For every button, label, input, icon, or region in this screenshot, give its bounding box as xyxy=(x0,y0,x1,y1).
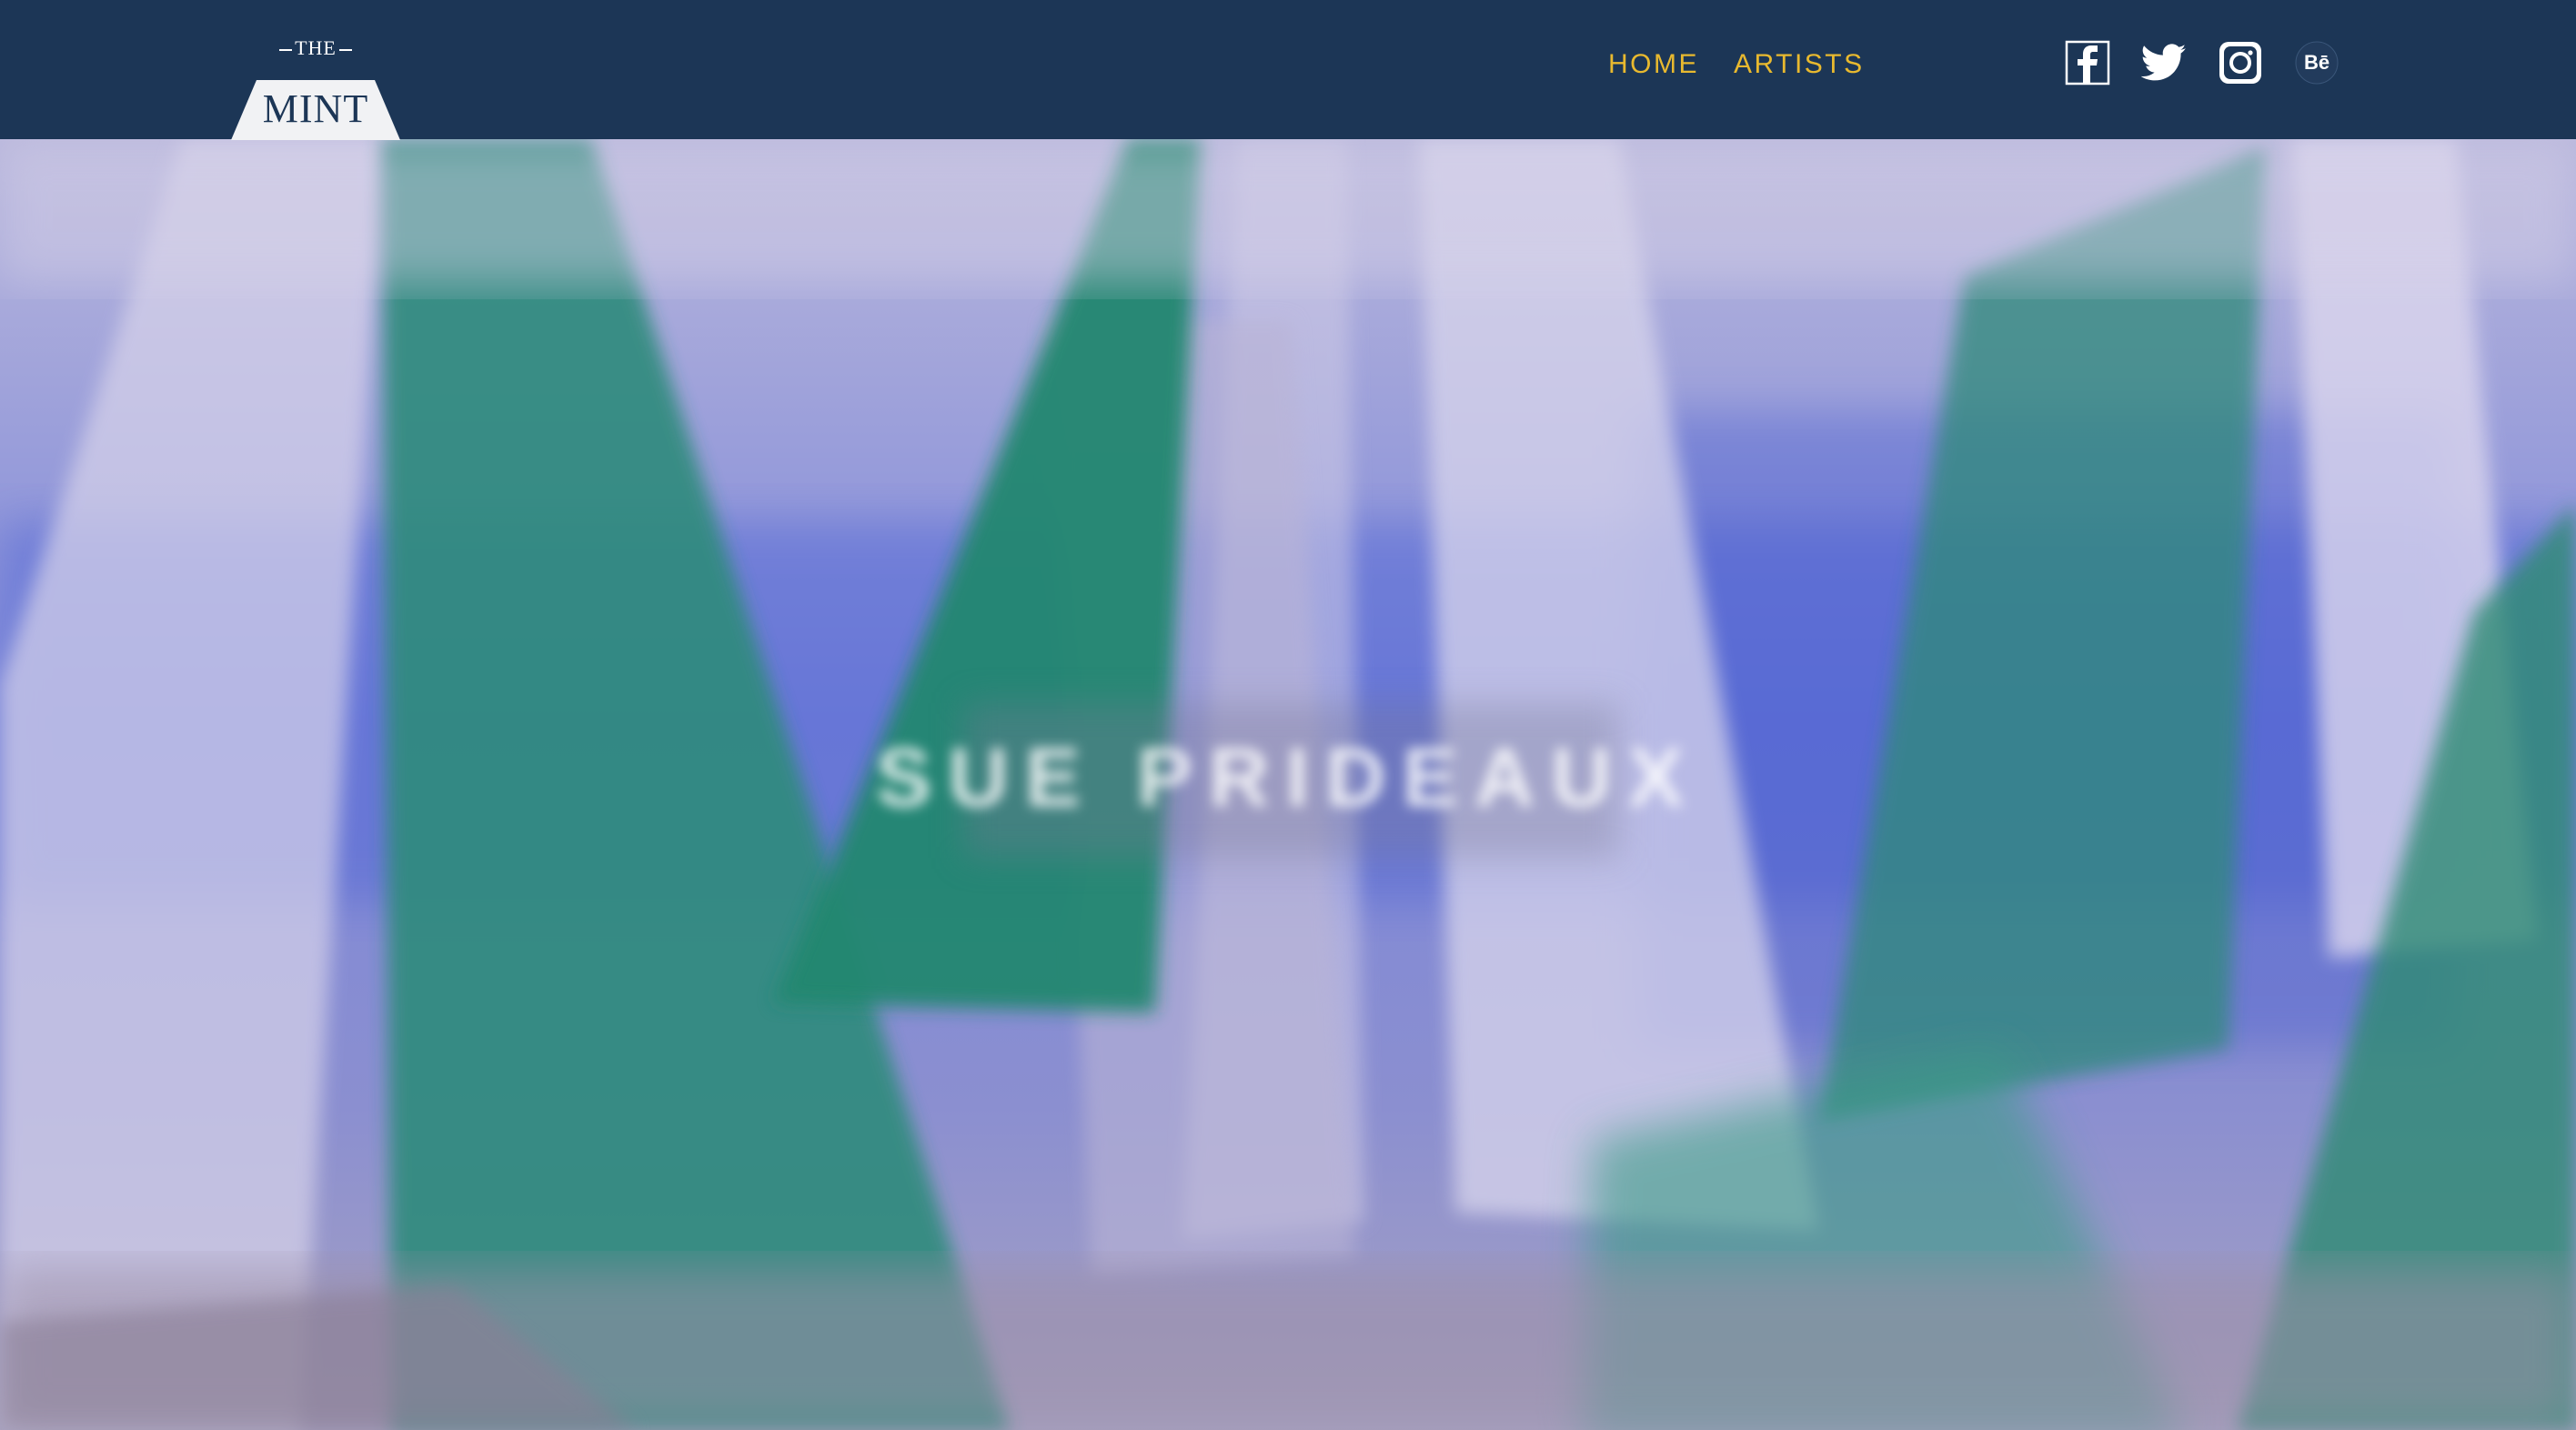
instagram-icon[interactable] xyxy=(2218,40,2263,86)
twitter-icon[interactable] xyxy=(2141,40,2187,86)
svg-text:Bē: Bē xyxy=(2304,51,2329,74)
logo-the-text: THE xyxy=(231,36,400,60)
logo-mint-text: MINT xyxy=(262,86,369,131)
site-logo[interactable]: THE MINT xyxy=(231,36,400,141)
nav-artists-link[interactable]: ARTISTS xyxy=(1734,49,1865,80)
nav-home-link[interactable]: HOME xyxy=(1608,49,1699,80)
hero-title: SUE PRIDEAUX xyxy=(875,731,1701,824)
facebook-icon[interactable] xyxy=(2065,40,2110,86)
behance-icon[interactable]: Bē xyxy=(2294,40,2340,86)
hero-banner: SUE PRIDEAUX xyxy=(0,139,2576,1430)
site-header: THE MINT HOME ARTISTS Bē xyxy=(0,0,2576,141)
social-links: Bē xyxy=(2065,40,2340,86)
main-nav: HOME ARTISTS xyxy=(1608,49,1865,80)
